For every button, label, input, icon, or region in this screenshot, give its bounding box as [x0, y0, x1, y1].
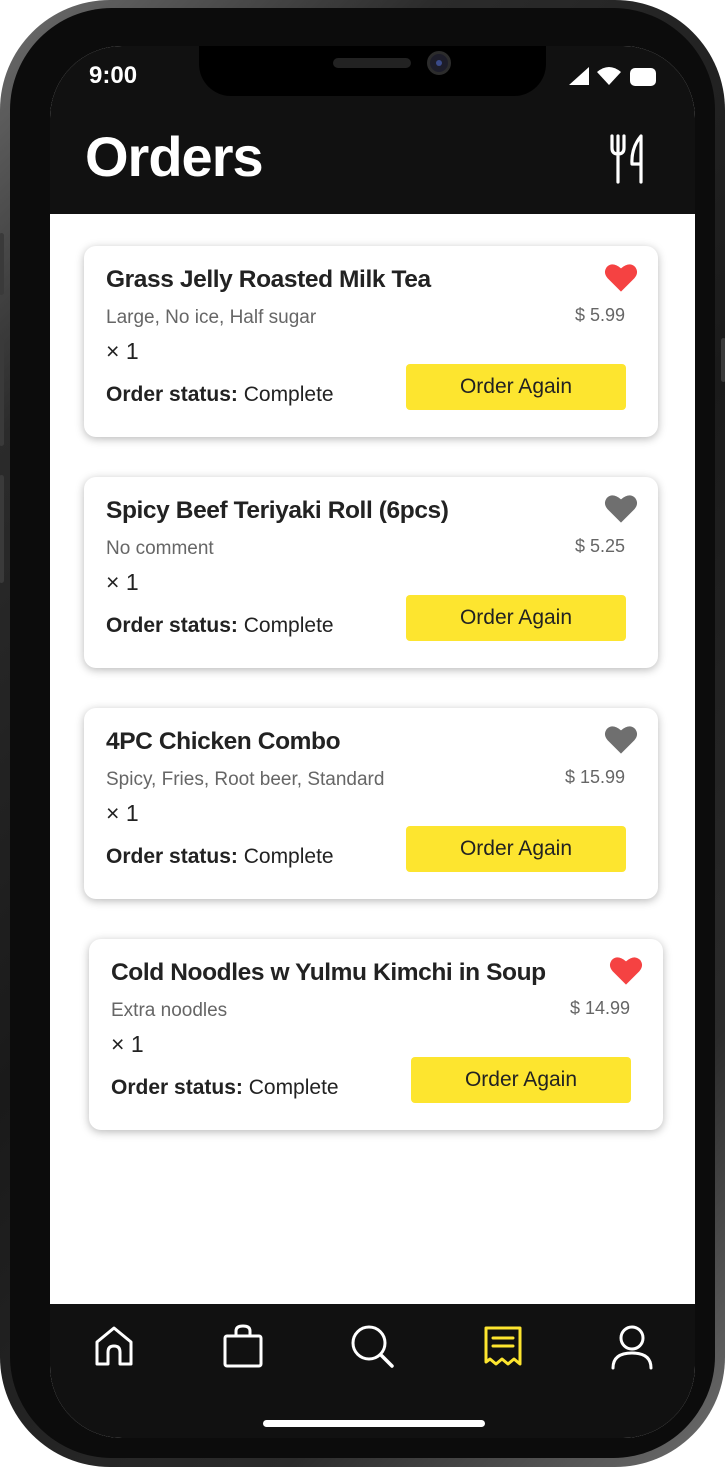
order-item-quantity: × 1	[106, 800, 139, 826]
order-again-button[interactable]: Order Again	[411, 1057, 631, 1103]
order-status-label: Order status:	[111, 1076, 243, 1099]
order-item-price: $ 5.99	[574, 305, 625, 325]
nav-bag[interactable]	[219, 1322, 267, 1370]
order-status: Order status: Complete	[106, 383, 334, 407]
order-item-price: $ 5.25	[574, 536, 625, 556]
bag-icon	[223, 1324, 263, 1368]
bottom-nav	[50, 1304, 695, 1438]
side-button	[0, 475, 4, 583]
order-status-label: Order status:	[106, 383, 238, 406]
order-status-label: Order status:	[106, 845, 238, 868]
nav-search[interactable]	[348, 1322, 396, 1370]
order-card: 4PC Chicken Combo Spicy, Fries, Root bee…	[84, 708, 658, 899]
order-status-value: Complete	[243, 614, 334, 637]
order-status: Order status: Complete	[106, 614, 334, 638]
order-again-button[interactable]: Order Again	[406, 826, 626, 872]
user-icon	[611, 1325, 653, 1370]
order-item-quantity: × 1	[106, 569, 139, 595]
nav-home[interactable]	[90, 1322, 138, 1370]
heart-icon[interactable]	[604, 262, 638, 293]
page-title: Orders	[85, 125, 264, 188]
top-bar: 9:00 Orders	[50, 46, 695, 214]
receipt-icon	[484, 1326, 522, 1366]
order-item-name: Grass Jelly Roasted Milk Tea	[106, 266, 431, 293]
menu-button[interactable]	[608, 134, 652, 184]
order-status-label: Order status:	[106, 614, 238, 637]
order-item-name: Spicy Beef Teriyaki Roll (6pcs)	[106, 497, 449, 524]
nav-orders[interactable]	[480, 1322, 528, 1370]
order-again-button[interactable]: Order Again	[406, 364, 626, 410]
phone-bezel: 9:00 Orders Grass Jelly Roasted Milk Tea…	[10, 8, 715, 1458]
order-item-quantity: × 1	[106, 338, 139, 364]
order-item-options: Spicy, Fries, Root beer, Standard	[106, 769, 385, 790]
heart-icon[interactable]	[604, 724, 638, 755]
order-item-options: No comment	[106, 538, 214, 559]
signal-icon	[569, 67, 589, 85]
wifi-icon	[597, 67, 621, 85]
phone-frame: 9:00 Orders Grass Jelly Roasted Milk Tea…	[0, 0, 725, 1467]
order-item-price: $ 15.99	[564, 767, 625, 787]
order-again-button[interactable]: Order Again	[406, 595, 626, 641]
side-button	[0, 338, 4, 446]
side-button	[721, 338, 725, 382]
battery-icon	[630, 68, 656, 86]
speaker	[333, 58, 411, 68]
screen: 9:00 Orders Grass Jelly Roasted Milk Tea…	[50, 46, 695, 1438]
order-card: Spicy Beef Teriyaki Roll (6pcs) No comme…	[84, 477, 658, 668]
status-icons	[568, 64, 660, 88]
order-status: Order status: Complete	[111, 1076, 339, 1100]
camera	[427, 51, 451, 75]
order-status-value: Complete	[243, 383, 334, 406]
home-icon	[95, 1326, 133, 1366]
order-item-name: Cold Noodles w Yulmu Kimchi in Soup	[111, 959, 546, 986]
order-status: Order status: Complete	[106, 845, 334, 869]
fork-knife-icon	[610, 134, 643, 184]
heart-icon[interactable]	[604, 493, 638, 524]
order-item-options: Extra noodles	[111, 1000, 228, 1021]
order-card: Cold Noodles w Yulmu Kimchi in Soup Extr…	[89, 939, 663, 1130]
home-indicator[interactable]	[263, 1420, 485, 1427]
order-card: Grass Jelly Roasted Milk Tea Large, No i…	[84, 246, 658, 437]
notch	[199, 46, 546, 96]
order-item-quantity: × 1	[111, 1031, 144, 1057]
heart-icon[interactable]	[609, 955, 643, 986]
order-item-options: Large, No ice, Half sugar	[106, 307, 317, 328]
order-status-value: Complete	[248, 1076, 339, 1099]
order-status-value: Complete	[243, 845, 334, 868]
order-item-price: $ 14.99	[569, 998, 630, 1018]
side-button	[0, 233, 4, 295]
order-item-name: 4PC Chicken Combo	[106, 728, 341, 755]
search-icon	[351, 1325, 394, 1368]
status-time: 9:00	[89, 62, 138, 89]
nav-profile[interactable]	[608, 1322, 656, 1370]
